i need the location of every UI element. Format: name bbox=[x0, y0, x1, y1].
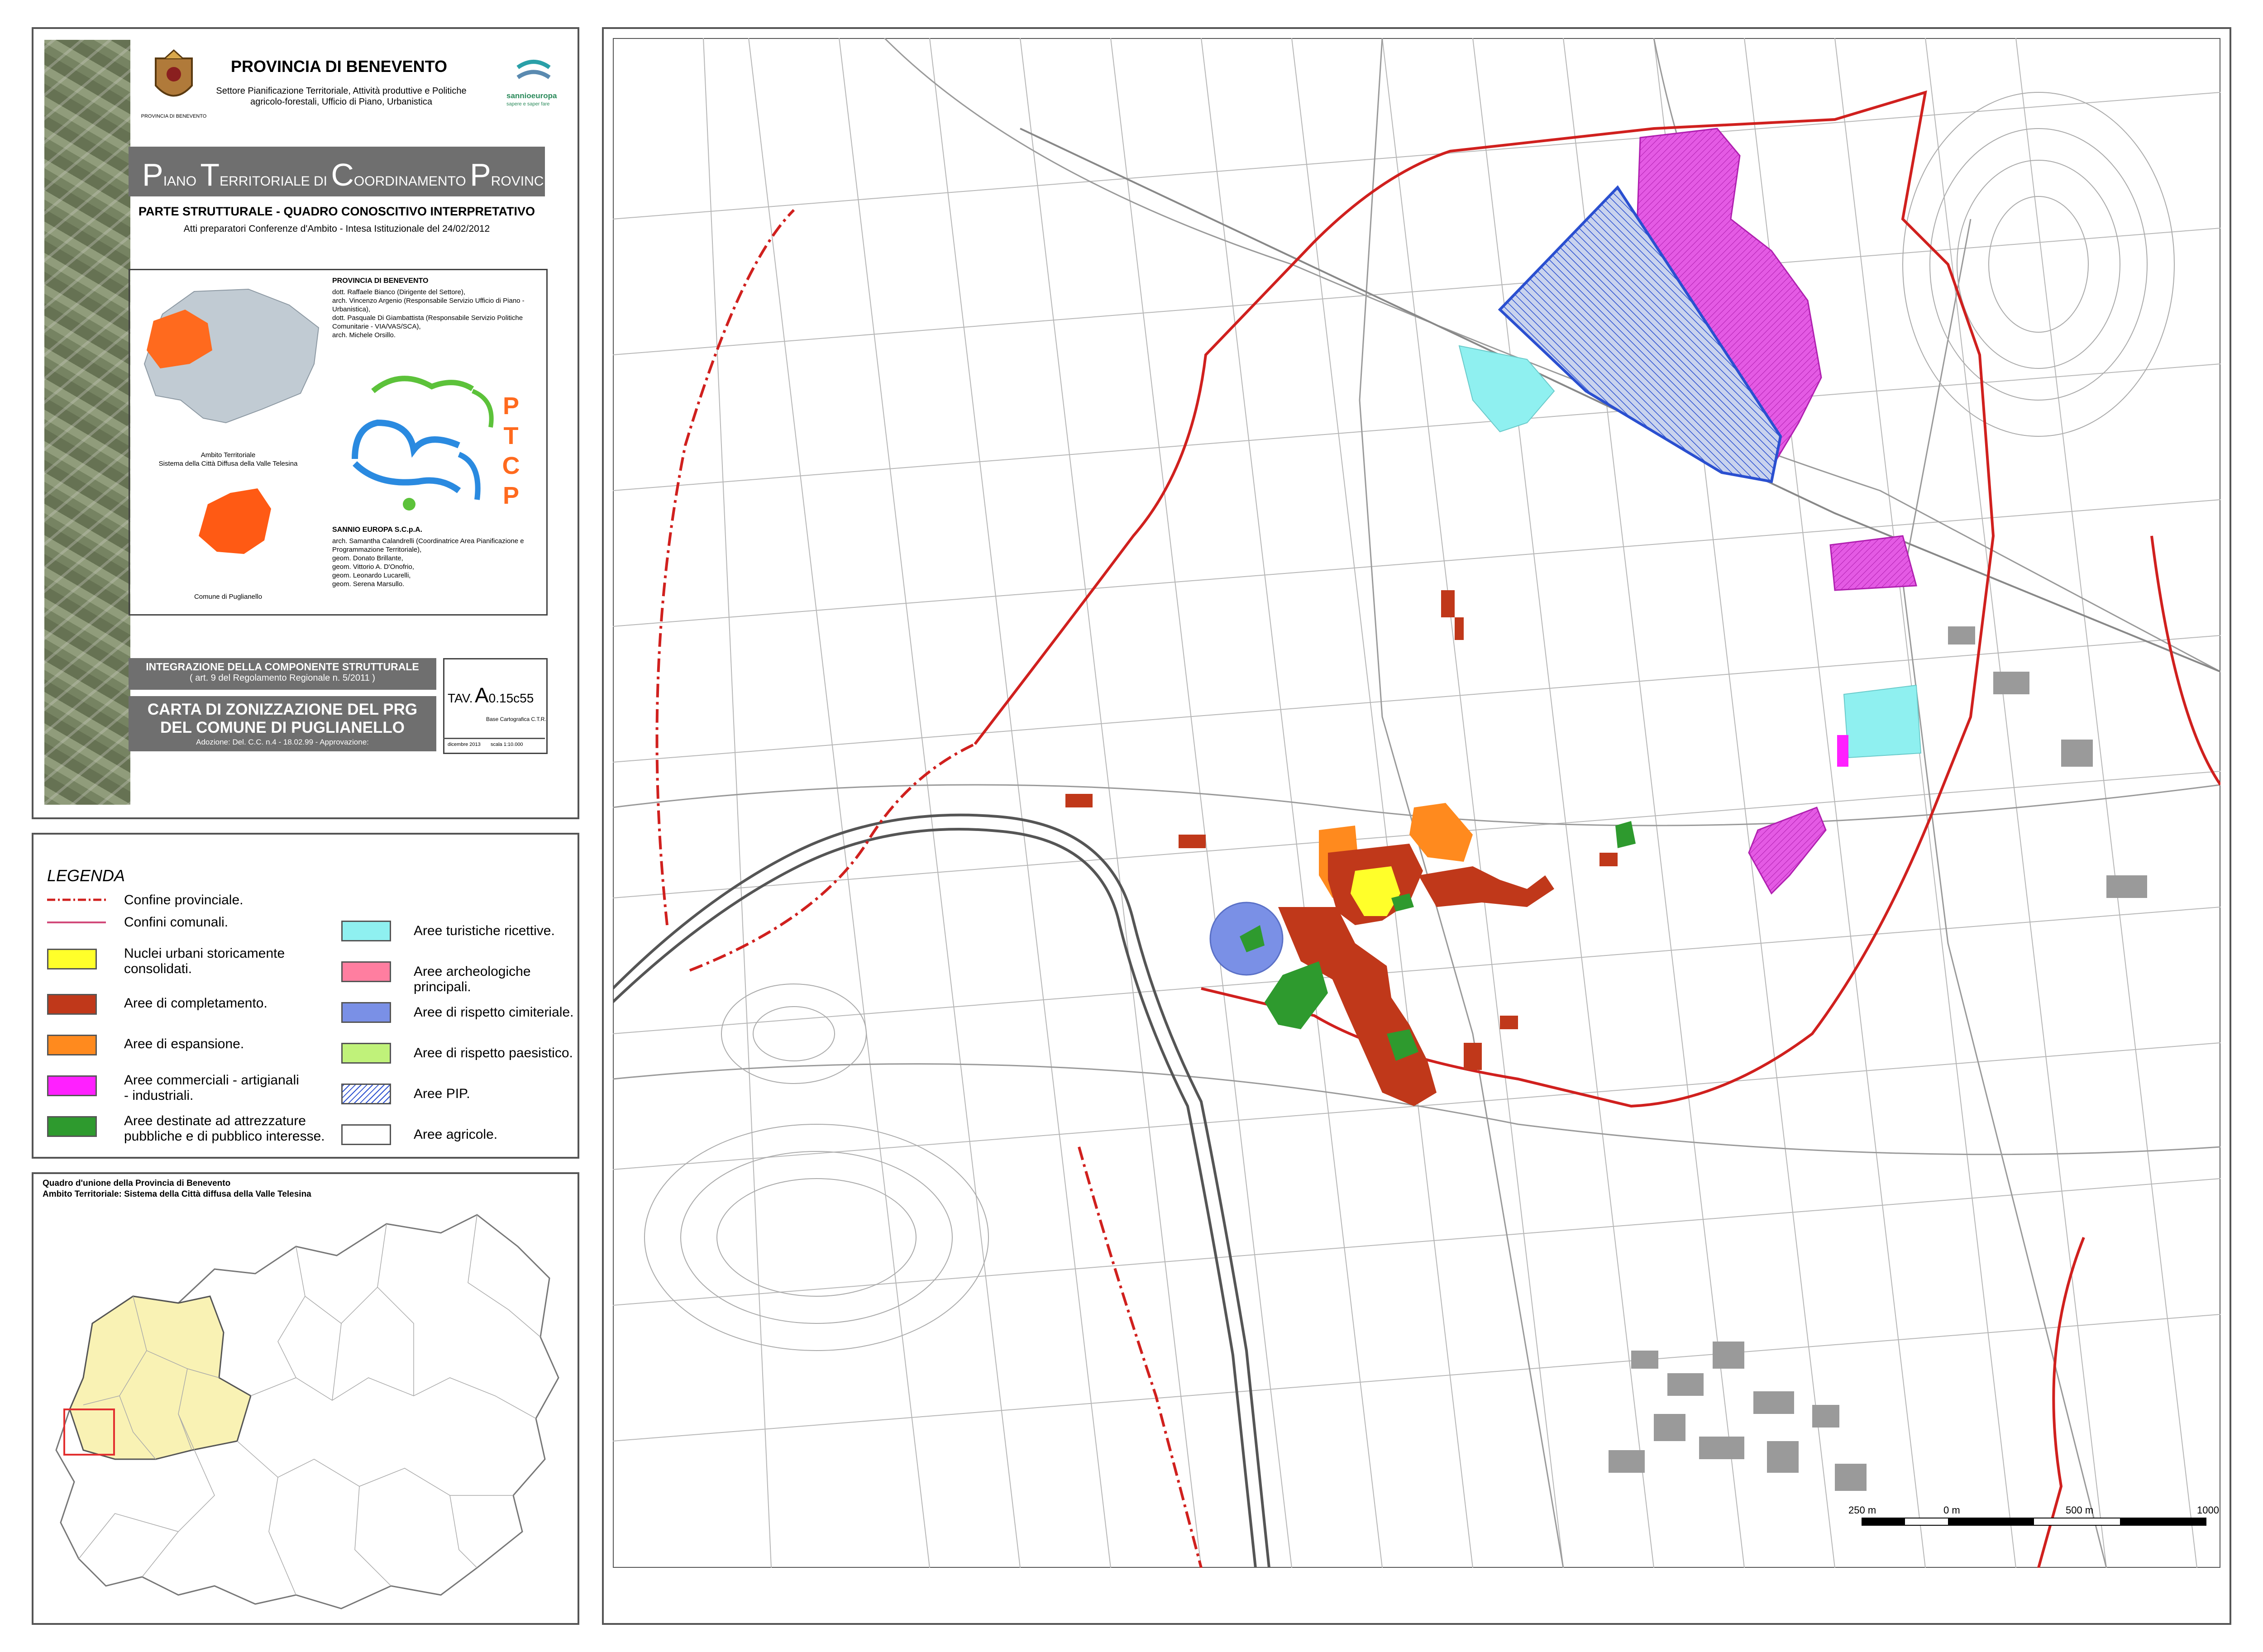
legend-swatch-landscape bbox=[341, 1043, 391, 1064]
legend-label-historic: Nuclei urbani storicamente consolidati. bbox=[124, 946, 285, 976]
integration-banner: INTEGRAZIONE DELLA COMPONENTE STRUTTURAL… bbox=[129, 658, 436, 690]
comune-silhouette bbox=[199, 488, 271, 554]
ptcp-letters: P T C P bbox=[495, 391, 527, 511]
legend-swatch-public bbox=[47, 1116, 97, 1137]
legend-label-commercial: Aree commerciali - artigianali - industr… bbox=[124, 1073, 299, 1103]
province-name: PROVINCIA DI BENEVENTO bbox=[230, 57, 448, 76]
index-title-1: Quadro d'unione della Provincia di Benev… bbox=[43, 1179, 231, 1188]
legend-line-label-1: Confine provinciale. bbox=[124, 893, 243, 907]
scale-label-250: 250 m bbox=[1848, 1504, 1876, 1516]
legend-swatch-cemetery bbox=[341, 1002, 391, 1023]
credits-province: dott. Raffaele Bianco (Dirigente del Set… bbox=[332, 288, 525, 339]
legend-title: LEGENDA bbox=[47, 866, 125, 885]
main-map-frame: 250 m 0 m 500 m 1000 m bbox=[602, 27, 2231, 1625]
sector-name: Settore Pianificazione Territoriale, Att… bbox=[216, 86, 467, 107]
commercial-area-strip bbox=[1837, 735, 1848, 767]
scale-text: scala 1:10.000 bbox=[491, 742, 523, 747]
crest-caption: PROVINCIA DI BENEVENTO bbox=[141, 114, 207, 119]
plan-title-rest-4: ROVINCIALE bbox=[491, 174, 573, 189]
ptcp-letter-4: P bbox=[502, 482, 520, 509]
ptcp-letter-1: P bbox=[502, 392, 520, 420]
partner-logo-text: sannioeuropa bbox=[506, 91, 557, 100]
legend-label-pip: Aree PIP. bbox=[414, 1086, 470, 1101]
tav-divider bbox=[443, 738, 545, 739]
legend-swatch-tourist bbox=[341, 921, 391, 941]
credits-sannio-title: SANNIO EUROPA S.C.p.A. bbox=[332, 526, 423, 534]
part-title: PARTE STRUTTURALE - QUADRO CONOSCITIVO I… bbox=[138, 205, 535, 218]
legend-label-cemetery: Aree di rispetto cimiteriale. bbox=[414, 1005, 574, 1020]
ambito-caption: Ambito Territoriale Sistema della Città … bbox=[158, 451, 298, 468]
comune-caption: Comune di Puglianello bbox=[194, 593, 263, 601]
ptcp-letter-3: C bbox=[502, 452, 520, 479]
tav-code-small: 0.15c55 bbox=[488, 691, 534, 705]
legend-label-archaeo: Aree archeologiche principali. bbox=[414, 964, 531, 994]
legend-swatch-completion bbox=[47, 994, 97, 1015]
tav-prefix: TAV. bbox=[448, 691, 473, 705]
scale-label-500: 500 m bbox=[2066, 1504, 2094, 1516]
index-map-panel: Quadro d'unione della Provincia di Benev… bbox=[32, 1172, 579, 1625]
map-title-line-1: CARTA DI ZONIZZAZIONE DEL PRG bbox=[147, 701, 418, 718]
plan-title-cap-2: T bbox=[200, 157, 220, 192]
plan-title-cap-1: P bbox=[142, 157, 163, 192]
map-title-line-2: DEL COMUNE DI PUGLIANELLO bbox=[160, 719, 405, 736]
legend-label-landscape: Aree di rispetto paesistico. bbox=[414, 1046, 573, 1060]
legend-swatch-expansion bbox=[47, 1035, 97, 1055]
province-crest-icon bbox=[155, 49, 193, 97]
legend-line-symbols bbox=[47, 898, 106, 923]
legend-label-public: Aree destinate ad attrezzature pubbliche… bbox=[124, 1113, 325, 1144]
legend-label-agricultural: Aree agricole. bbox=[414, 1127, 498, 1142]
plan-title-cap-4: P bbox=[470, 157, 491, 192]
index-map bbox=[55, 1214, 559, 1609]
ptcp-letter-2: T bbox=[503, 422, 519, 449]
sannio-europa-logo-icon bbox=[516, 60, 551, 79]
legend-line-label-2: Confini comunali. bbox=[124, 915, 229, 930]
date-text: dicembre 2013 bbox=[448, 742, 481, 747]
tav-code: TAV. A0.15c55 bbox=[448, 683, 534, 707]
partner-tagline: sapere e saper fare bbox=[506, 101, 550, 107]
acts-text: Atti preparatori Conferenze d'Ambito - I… bbox=[183, 224, 490, 234]
legend-panel: LEGENDA Confine provinciale. Confini com… bbox=[32, 833, 579, 1159]
legend-swatch-archaeo bbox=[341, 961, 391, 982]
title-block: PROVINCIA DI BENEVENTO PROVINCIA DI BENE… bbox=[32, 27, 579, 819]
legend-swatch-commercial bbox=[47, 1075, 97, 1096]
plan-title-rest-3: OORDINAMENTO bbox=[353, 174, 466, 189]
plan-title: PIANO TERRITORIALE DI COORDINAMENTO PROV… bbox=[142, 157, 573, 193]
legend-label-tourist: Aree turistiche ricettive. bbox=[414, 923, 555, 938]
plan-title-cap-3: C bbox=[331, 157, 354, 192]
plan-title-banner: PIANO TERRITORIALE DI COORDINAMENTO PROV… bbox=[129, 147, 573, 196]
tourist-area-east bbox=[1843, 684, 1922, 759]
legend-label-expansion: Aree di espansione. bbox=[124, 1036, 244, 1051]
tav-code-big: A bbox=[474, 683, 489, 707]
legend-label-completion: Aree di completamento. bbox=[124, 996, 267, 1011]
plan-title-rest-1: IANO bbox=[163, 174, 197, 189]
legend-swatch-historic bbox=[47, 949, 97, 969]
map-neatline bbox=[613, 38, 2220, 1568]
commercial-area-east bbox=[1829, 535, 1917, 591]
scale-label-0: 0 m bbox=[1943, 1504, 1960, 1516]
map-title-banner: CARTA DI ZONIZZAZIONE DEL PRG DEL COMUNE… bbox=[129, 696, 436, 751]
credits-province-title: PROVINCIA DI BENEVENTO bbox=[332, 277, 429, 285]
integration-title: INTEGRAZIONE DELLA COMPONENTE STRUTTURAL… bbox=[146, 661, 419, 673]
legend-swatch-pip bbox=[341, 1084, 391, 1104]
scale-bar bbox=[1862, 1518, 2206, 1526]
scale-label-1000: 1000 m bbox=[2197, 1504, 2219, 1528]
plan-title-rest-2: ERRITORIALE DI bbox=[220, 174, 328, 189]
zoning-map bbox=[613, 38, 2220, 1568]
adoption-text: Adozione: Del. C.C. n.4 - 18.02.99 - App… bbox=[196, 738, 369, 746]
legend-swatch-agricultural bbox=[341, 1124, 391, 1145]
integration-subtitle: ( art. 9 del Regolamento Regionale n. 5/… bbox=[190, 673, 375, 683]
index-title-2: Ambito Territoriale: Sistema della Città… bbox=[43, 1189, 311, 1199]
credits-sannio: arch. Samantha Calandrelli (Coordinatric… bbox=[332, 537, 524, 588]
base-note: Base Cartografica C.T.R. bbox=[486, 716, 546, 722]
aerial-photo-strip bbox=[44, 40, 130, 805]
territory-silhouettes bbox=[143, 288, 320, 554]
